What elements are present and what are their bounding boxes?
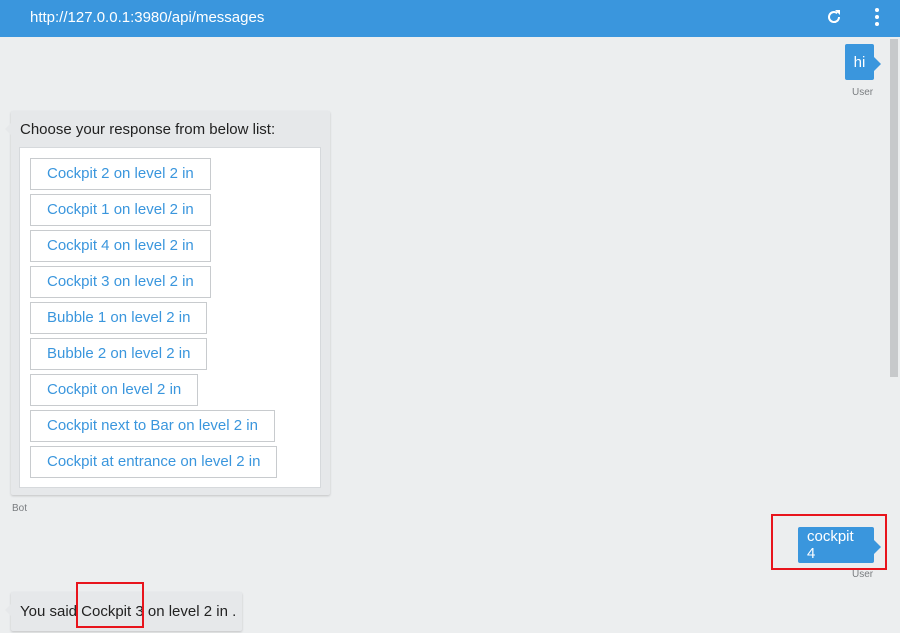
- url-text: http://127.0.0.1:3980/api/messages: [30, 9, 265, 26]
- sender-label: Bot: [12, 503, 28, 514]
- sender-label: User: [852, 569, 874, 580]
- address-bar: http://127.0.0.1:3980/api/messages: [0, 0, 900, 37]
- choice-button[interactable]: Cockpit 4 on level 2 in: [30, 230, 211, 262]
- choice-list-card: Cockpit 2 on level 2 in Cockpit 1 on lev…: [19, 147, 321, 488]
- user-message-text: cockpit 4: [807, 528, 854, 562]
- choice-button[interactable]: Bubble 1 on level 2 in: [30, 302, 208, 334]
- bot-prompt-text: Choose your response from below list:: [20, 121, 276, 138]
- choice-button[interactable]: Bubble 2 on level 2 in: [30, 338, 208, 370]
- choice-button[interactable]: Cockpit 3 on level 2 in: [30, 266, 211, 298]
- choice-button[interactable]: Cockpit 1 on level 2 in: [30, 194, 211, 226]
- user-message-bubble: hi: [845, 44, 881, 80]
- bot-message-bubble: You said Cockpit 3 on level 2 in .: [5, 592, 242, 631]
- bot-message-bubble: Choose your response from below list: Co…: [5, 111, 330, 495]
- choice-button[interactable]: Cockpit next to Bar on level 2 in: [30, 410, 275, 442]
- choice-button[interactable]: Cockpit 2 on level 2 in: [30, 158, 211, 190]
- sender-label: User: [852, 87, 874, 98]
- choice-button[interactable]: Cockpit at entrance on level 2 in: [30, 446, 278, 478]
- refresh-icon[interactable]: [824, 7, 844, 27]
- choice-button[interactable]: Cockpit on level 2 in: [30, 374, 199, 406]
- scrollbar-thumb[interactable]: [890, 39, 898, 377]
- user-message-text: hi: [853, 53, 866, 71]
- bot-reply-text: You said Cockpit 3 on level 2 in .: [20, 603, 237, 620]
- user-message-bubble: cockpit 4: [798, 527, 881, 563]
- more-vertical-icon[interactable]: [868, 7, 886, 27]
